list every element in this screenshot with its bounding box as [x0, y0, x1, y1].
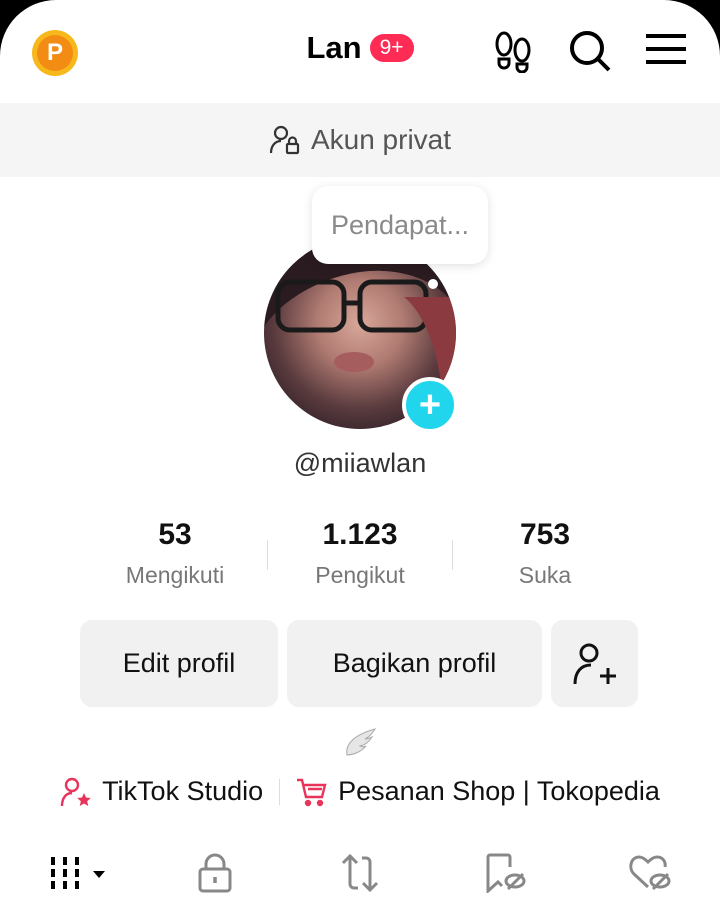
user-star-icon — [60, 777, 91, 806]
user-lock-icon — [269, 125, 300, 155]
search-icon[interactable] — [568, 29, 612, 73]
bubble-tail-dot — [428, 279, 438, 289]
followers-count: 1.123 — [322, 518, 398, 551]
username: @miiawlan — [293, 448, 427, 478]
add-avatar-button[interactable]: + — [402, 377, 458, 433]
share-profile-button[interactable]: Bagikan profil — [287, 620, 542, 707]
lock-icon — [198, 853, 232, 893]
grid-icon — [51, 857, 105, 889]
bookmark-hidden-icon — [486, 853, 526, 893]
likes-label: Suka — [518, 562, 572, 588]
divider — [267, 540, 268, 570]
following-count: 53 — [158, 518, 192, 551]
repost-icon — [341, 853, 379, 893]
tiktok-studio-link[interactable]: TikTok Studio — [102, 776, 263, 807]
chevron-down-icon — [93, 871, 105, 878]
heart-hidden-icon — [629, 855, 671, 891]
account-switcher[interactable]: Lan 9+ — [0, 30, 720, 66]
account-name: Lan — [306, 30, 362, 65]
tab-private[interactable] — [185, 848, 245, 898]
stat-likes[interactable]: 753 Suka — [455, 518, 635, 589]
add-friend-button[interactable] — [551, 620, 638, 707]
tab-liked[interactable] — [620, 848, 680, 898]
private-account-label: Akun privat — [310, 124, 452, 155]
likes-count: 753 — [519, 518, 571, 551]
creator-links: TikTok Studio Pesanan Shop | Tokopedia — [0, 776, 720, 807]
note-bubble[interactable]: Pendapat... — [312, 186, 488, 264]
footprints-icon[interactable] — [494, 31, 534, 73]
stat-followers[interactable]: 1.123 Pengikut — [270, 518, 450, 589]
tab-reposts[interactable] — [330, 848, 390, 898]
following-label: Mengikuti — [125, 562, 225, 588]
tab-favorites[interactable] — [475, 848, 535, 898]
tab-videos[interactable] — [48, 848, 108, 898]
followers-label: Pengikut — [315, 562, 405, 588]
stat-following[interactable]: 53 Mengikuti — [85, 518, 265, 589]
cart-icon — [297, 778, 327, 806]
note-text: Pendapat... — [330, 209, 470, 240]
private-account-bar: Akun privat — [0, 103, 720, 177]
add-user-icon — [573, 643, 616, 684]
shop-orders-link[interactable]: Pesanan Shop | Tokopedia — [338, 776, 660, 807]
wing-icon — [346, 728, 377, 756]
divider — [452, 540, 453, 570]
divider — [279, 778, 281, 805]
menu-icon[interactable] — [646, 33, 686, 65]
profile-page: P Lan 9+ Akun privat Pendapat... + @miia… — [0, 0, 720, 907]
edit-profile-button[interactable]: Edit profil — [80, 620, 278, 707]
notification-badge: 9+ — [369, 34, 414, 62]
